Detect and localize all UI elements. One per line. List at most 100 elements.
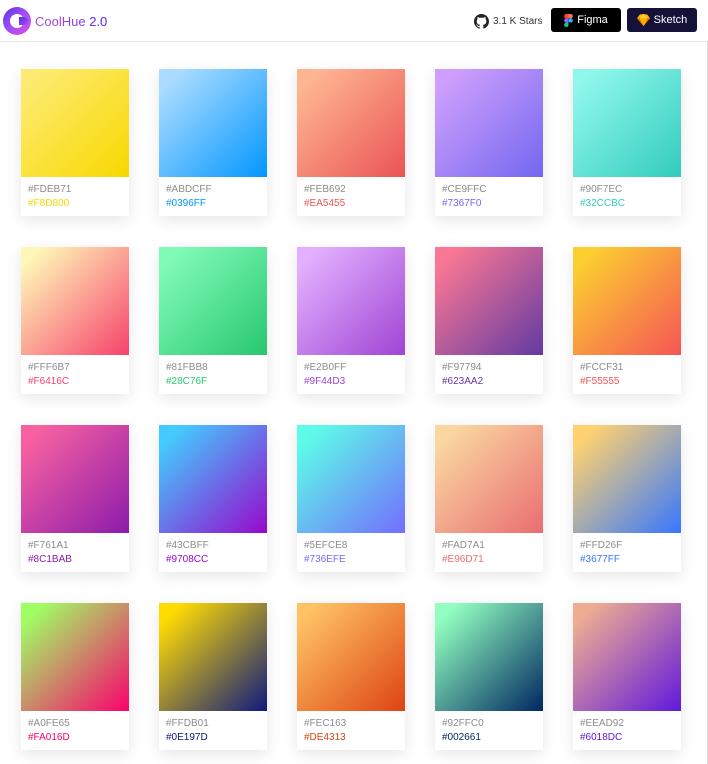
start-color-code[interactable]: #FFD26F [580,539,681,553]
gradient-card[interactable]: #EEAD92 #6018DC [573,603,681,750]
gradient-swatch[interactable] [435,603,543,711]
color-codes: #FEC163 #DE4313 [297,711,405,745]
start-color-code[interactable]: #FCCF31 [580,361,681,375]
start-color-code[interactable]: #EEAD92 [580,717,681,731]
end-color-code[interactable]: #8C1BAB [28,553,129,567]
gradient-swatch[interactable] [21,247,129,355]
gradient-swatch[interactable] [297,603,405,711]
gradient-card[interactable]: #E2B0FF #9F44D3 [297,247,405,394]
start-color-code[interactable]: #FFDB01 [166,717,267,731]
gradient-swatch[interactable] [435,69,543,177]
github-stars-link[interactable]: 3.1 K Stars [474,12,542,30]
gradient-card[interactable]: #FCCF31 #F55555 [573,247,681,394]
start-color-code[interactable]: #F97794 [442,361,543,375]
end-color-code[interactable]: #736EFE [304,553,405,567]
gradient-card[interactable]: #ABDCFF #0396FF [159,69,267,216]
brand-link[interactable]: CoolHue 2.0 [3,6,107,36]
end-color-code[interactable]: #FA016D [28,731,129,745]
start-color-code[interactable]: #FEB692 [304,183,405,197]
start-color-code[interactable]: #F761A1 [28,539,129,553]
end-color-code[interactable]: #EA5455 [304,197,405,211]
gradient-card[interactable]: #FEC163 #DE4313 [297,603,405,750]
color-codes: #FEB692 #EA5455 [297,177,405,211]
start-color-code[interactable]: #FDEB71 [28,183,129,197]
gradient-card[interactable]: #CE9FFC #7367F0 [435,69,543,216]
end-color-code[interactable]: #F55555 [580,375,681,389]
gradient-swatch[interactable] [297,69,405,177]
gradient-swatch[interactable] [573,603,681,711]
color-codes: #5EFCE8 #736EFE [297,533,405,567]
sketch-button[interactable]: Sketch [627,8,697,32]
gradient-swatch[interactable] [297,425,405,533]
end-color-code[interactable]: #7367F0 [442,197,543,211]
end-color-code[interactable]: #3677FF [580,553,681,567]
end-color-code[interactable]: #28C76F [166,375,267,389]
gradient-card[interactable]: #5EFCE8 #736EFE [297,425,405,572]
gradient-swatch[interactable] [159,425,267,533]
gradient-card[interactable]: #43CBFF #9708CC [159,425,267,572]
end-color-code[interactable]: #E96D71 [442,553,543,567]
gradient-card[interactable]: #FAD7A1 #E96D71 [435,425,543,572]
gradient-swatch[interactable] [573,247,681,355]
gradient-card[interactable]: #A0FE65 #FA016D [21,603,129,750]
start-color-code[interactable]: #43CBFF [166,539,267,553]
gradient-card[interactable]: #FFD26F #3677FF [573,425,681,572]
color-codes: #A0FE65 #FA016D [21,711,129,745]
end-color-code[interactable]: #DE4313 [304,731,405,745]
gradient-swatch[interactable] [159,69,267,177]
end-color-code[interactable]: #F6416C [28,375,129,389]
gradient-card[interactable]: #81FBB8 #28C76F [159,247,267,394]
figma-button-label: Figma [577,14,608,26]
gradient-swatch[interactable] [159,247,267,355]
color-codes: #FFD26F #3677FF [573,533,681,567]
start-color-code[interactable]: #A0FE65 [28,717,129,731]
color-codes: #FFF6B7 #F6416C [21,355,129,389]
gradient-card[interactable]: #F761A1 #8C1BAB [21,425,129,572]
gradient-swatch[interactable] [21,603,129,711]
start-color-code[interactable]: #FAD7A1 [442,539,543,553]
gradient-swatch[interactable] [573,425,681,533]
start-color-code[interactable]: #ABDCFF [166,183,267,197]
end-color-code[interactable]: #6018DC [580,731,681,745]
gradient-card[interactable]: #92FFC0 #002661 [435,603,543,750]
end-color-code[interactable]: #9F44D3 [304,375,405,389]
start-color-code[interactable]: #5EFCE8 [304,539,405,553]
end-color-code[interactable]: #002661 [442,731,543,745]
color-codes: #F97794 #623AA2 [435,355,543,389]
gradient-card[interactable]: #90F7EC #32CCBC [573,69,681,216]
color-codes: #FFDB01 #0E197D [159,711,267,745]
gradient-card[interactable]: #F97794 #623AA2 [435,247,543,394]
gradient-swatch[interactable] [159,603,267,711]
end-color-code[interactable]: #32CCBC [580,197,681,211]
gradient-swatch[interactable] [435,425,543,533]
gradient-card[interactable]: #FFF6B7 #F6416C [21,247,129,394]
start-color-code[interactable]: #E2B0FF [304,361,405,375]
app-name: CoolHue [35,13,86,29]
end-color-code[interactable]: #623AA2 [442,375,543,389]
start-color-code[interactable]: #92FFC0 [442,717,543,731]
end-color-code[interactable]: #0396FF [166,197,267,211]
gradient-swatch[interactable] [573,69,681,177]
gradient-swatch[interactable] [297,247,405,355]
gradient-card[interactable]: #FFDB01 #0E197D [159,603,267,750]
end-color-code[interactable]: #F8D800 [28,197,129,211]
gradient-swatch[interactable] [21,425,129,533]
gradient-swatch[interactable] [435,247,543,355]
end-color-code[interactable]: #0E197D [166,731,267,745]
gradient-card[interactable]: #FEB692 #EA5455 [297,69,405,216]
figma-button[interactable]: Figma [551,8,621,32]
end-color-code[interactable]: #9708CC [166,553,267,567]
start-color-code[interactable]: #FFF6B7 [28,361,129,375]
color-codes: #81FBB8 #28C76F [159,355,267,389]
start-color-code[interactable]: #81FBB8 [166,361,267,375]
app-version: 2.0 [89,13,108,29]
color-codes: #ABDCFF #0396FF [159,177,267,211]
start-color-code[interactable]: #CE9FFC [442,183,543,197]
color-codes: #FDEB71 #F8D800 [21,177,129,211]
color-codes: #F761A1 #8C1BAB [21,533,129,567]
start-color-code[interactable]: #90F7EC [580,183,681,197]
gradient-card[interactable]: #FDEB71 #F8D800 [21,69,129,216]
gradient-swatch[interactable] [21,69,129,177]
start-color-code[interactable]: #FEC163 [304,717,405,731]
top-bar: CoolHue 2.0 3.1 K Stars Figma Sketch [0,0,708,42]
